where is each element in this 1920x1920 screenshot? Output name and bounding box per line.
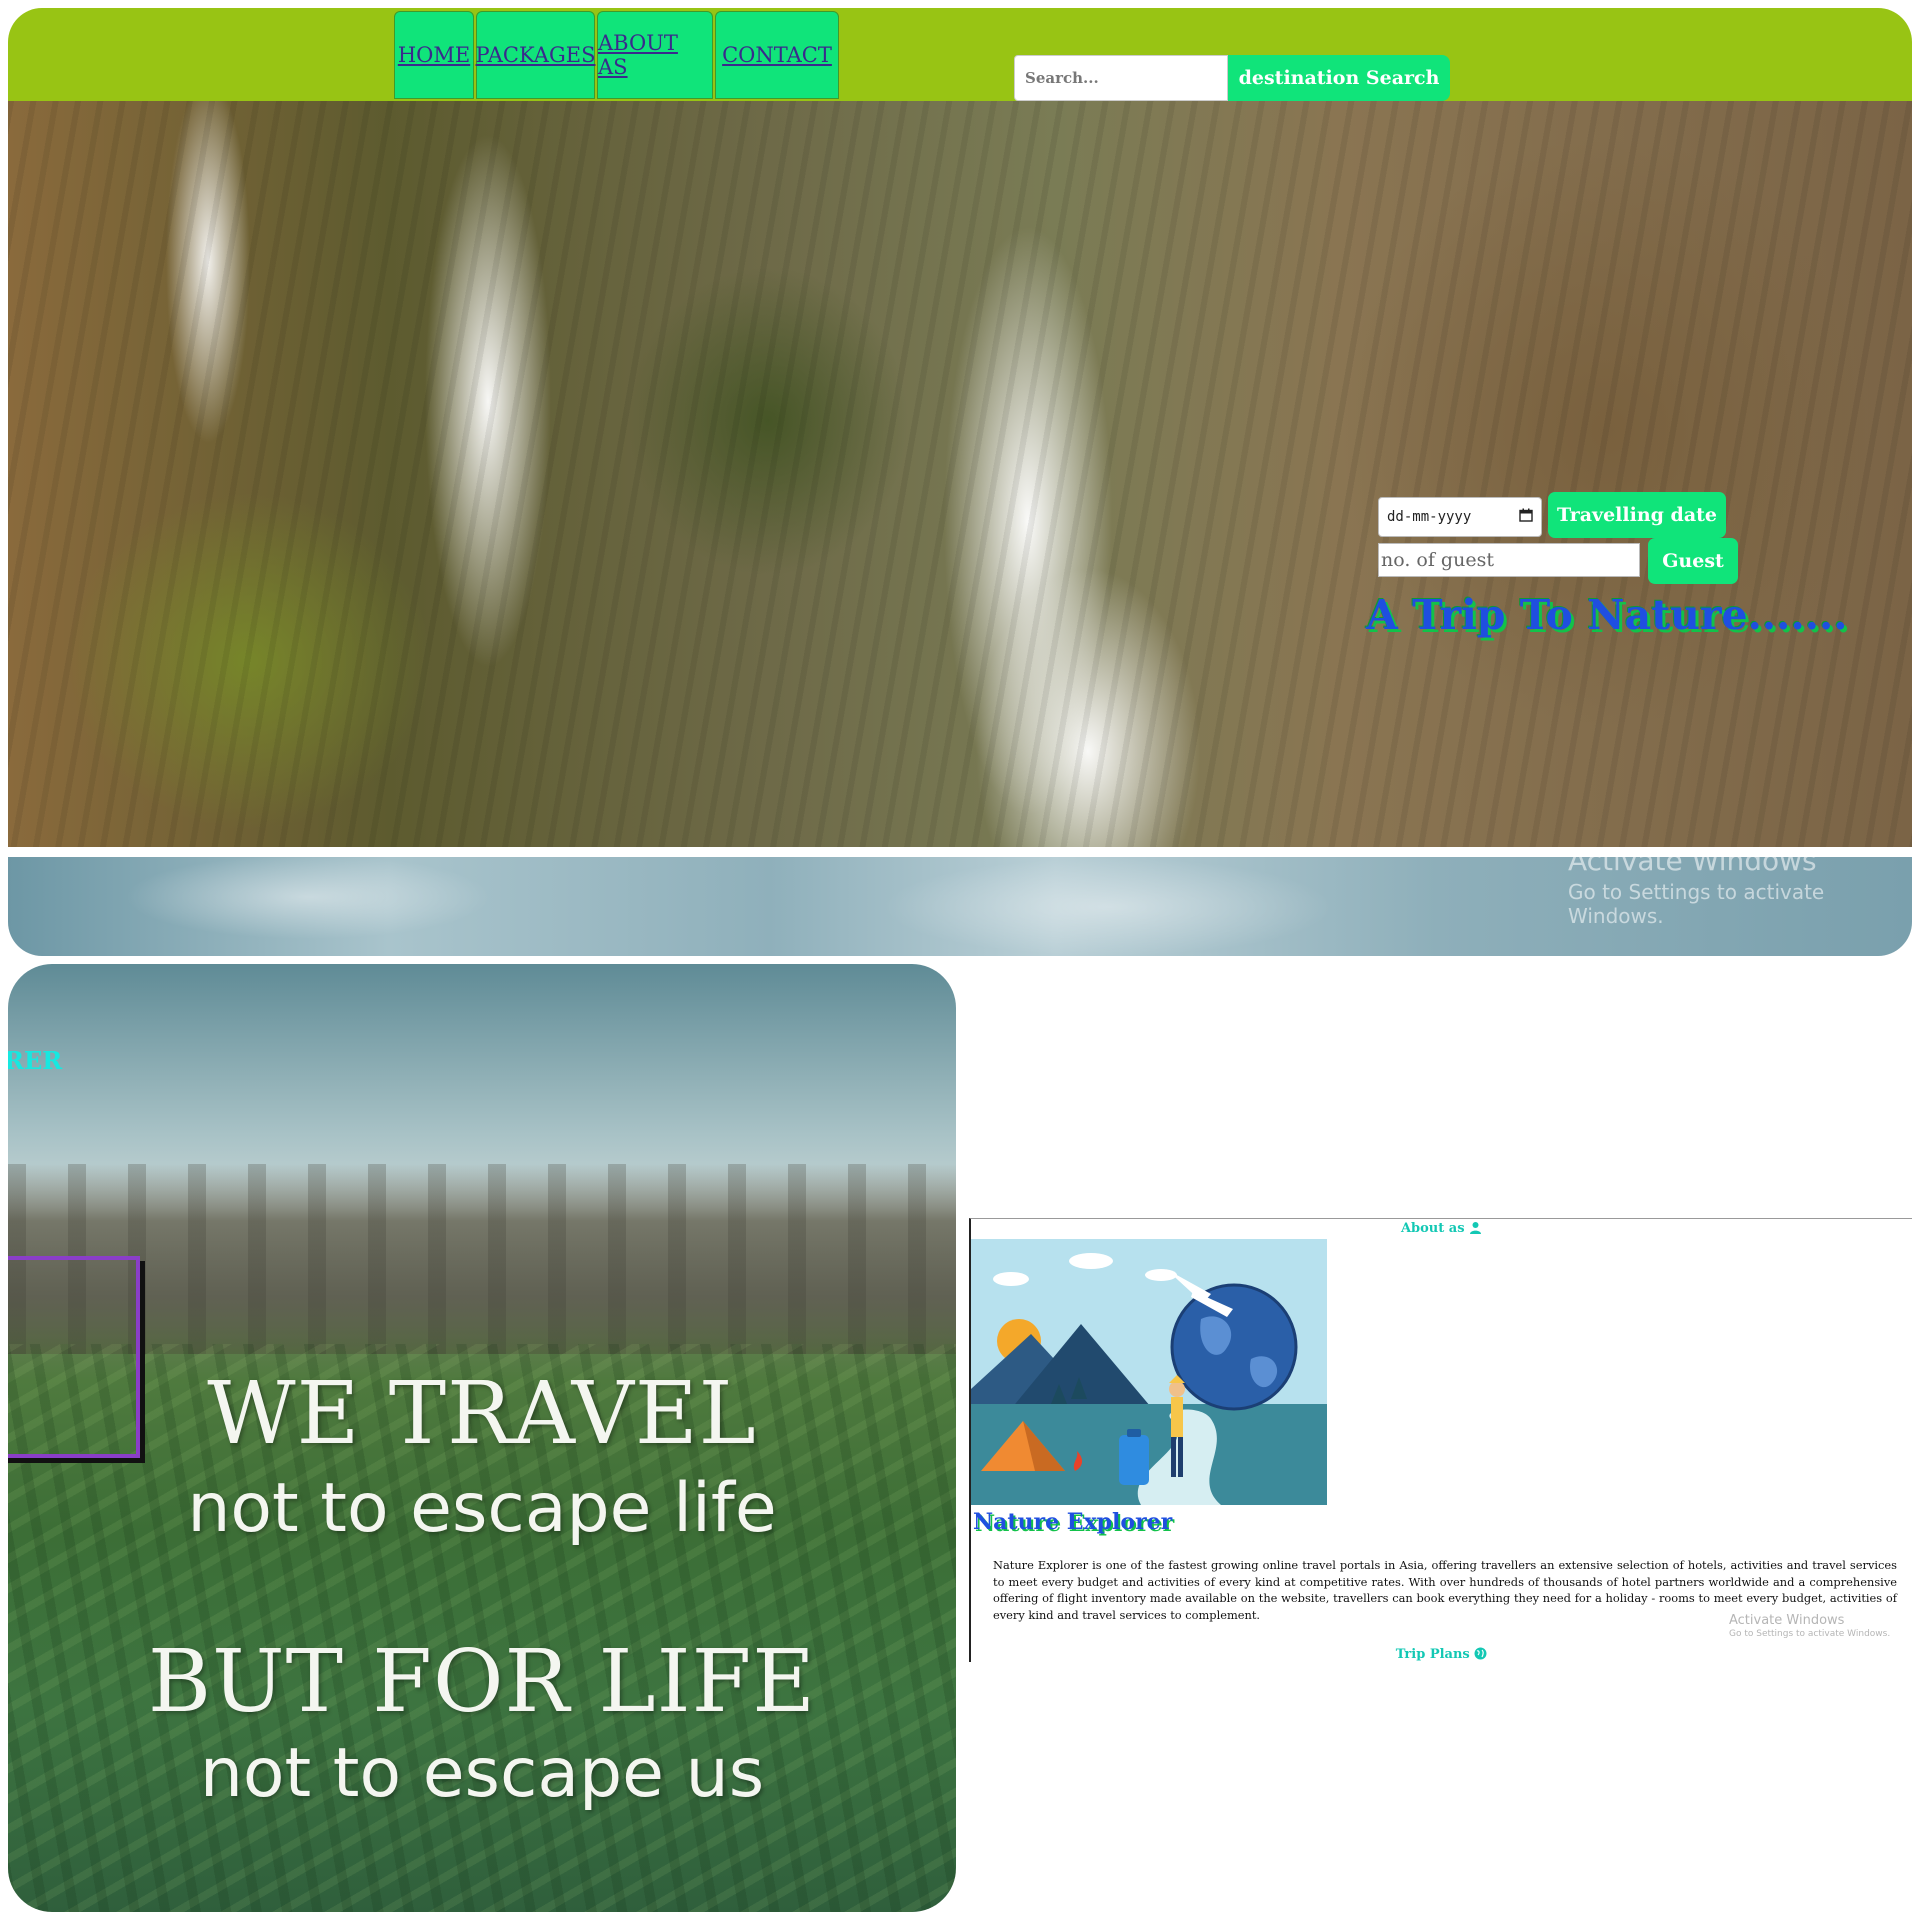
quote-line-2: not to escape life [187,1469,777,1548]
castle-towers [8,1164,956,1354]
date-placeholder: dd-mm-yyyy [1387,509,1472,525]
travel-date-input[interactable]: dd-mm-yyyy [1378,497,1542,537]
navbar: HOME PACKAGES ABOUT AS CONTACT destinati… [8,8,1912,101]
nav-packages[interactable]: PACKAGES [476,11,595,99]
nav-contact[interactable]: CONTACT [715,11,839,99]
hero-waterfall-image: dd-mm-yyyy Travelling date Guest A Trip … [8,101,1912,847]
trip-plans-label: Trip Plans [1395,1647,1470,1662]
globe-icon [1474,1647,1487,1664]
quote-line-1: WE TRAVEL [207,1364,757,1464]
activate-windows-small-title: Activate Windows [1729,1613,1845,1628]
quote-line-3: BUT FOR LIFE [147,1632,817,1732]
about-heading[interactable]: About as [971,1221,1912,1238]
guest-button[interactable]: Guest [1648,538,1738,584]
about-section: About as Nature Explorer Nature Explorer… [969,1218,1912,1662]
travel-quote-poster: RER WE TRAVEL not to escape life BUT FOR… [8,964,956,1912]
overlay-card-text: RER [8,1046,63,1075]
travelling-date-button[interactable]: Travelling date [1548,492,1726,538]
top-panel: HOME PACKAGES ABOUT AS CONTACT destinati… [8,8,1912,956]
activate-windows-subtitle: Go to Settings to activate Windows. [1568,880,1825,928]
activate-windows-small-subtitle: Go to Settings to activate Windows. [1729,1629,1891,1639]
about-heading-label: About as [1400,1221,1465,1236]
nav-home[interactable]: HOME [394,11,474,99]
brand-name: Nature Explorer [973,1509,1173,1535]
nav-about[interactable]: ABOUT AS [597,11,713,99]
destination-search-button[interactable]: destination Search [1228,55,1450,101]
guest-count-input[interactable] [1378,543,1640,577]
hero-tagline: A Trip To Nature....... [1366,591,1848,639]
castle-silhouette [8,1164,956,1354]
trip-plans-link[interactable]: Trip Plans [971,1647,1912,1664]
activate-windows-title: Activate Windows [1568,844,1817,877]
quote-line-4: not to escape us [199,1734,765,1813]
search-input[interactable] [1014,55,1228,101]
hero-texture [8,101,1912,847]
travel-illustration [971,1239,1327,1505]
calendar-icon[interactable] [1519,508,1533,526]
user-icon [1469,1221,1482,1238]
